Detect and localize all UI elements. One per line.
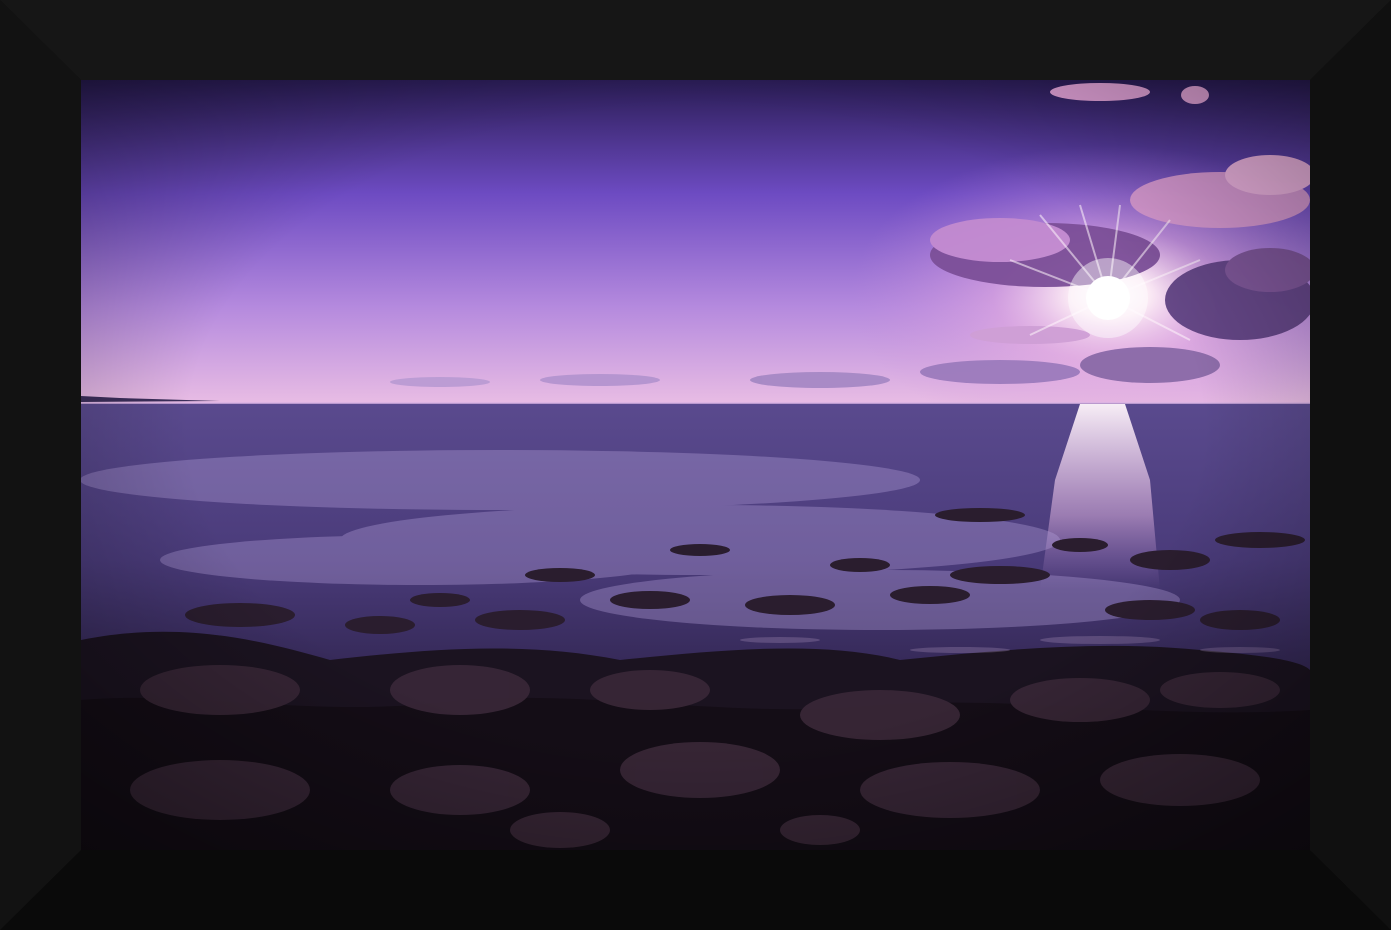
framed-picture (0, 0, 1391, 930)
picture-svg (0, 0, 1391, 930)
photo (81, 80, 1310, 850)
